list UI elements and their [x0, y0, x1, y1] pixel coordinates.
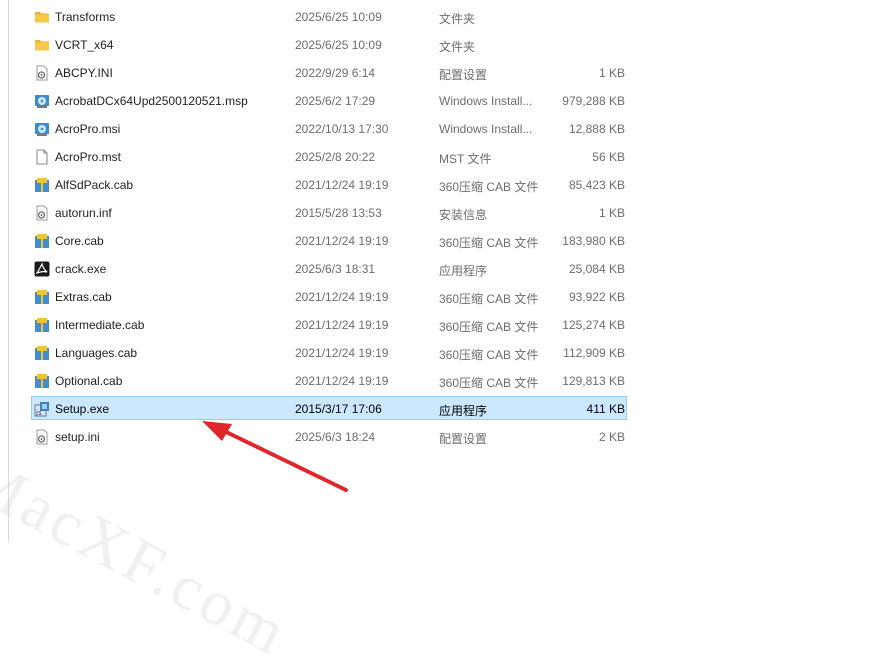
- ini-file-icon: [34, 205, 50, 221]
- file-size: 1 KB: [598, 66, 625, 80]
- file-type: 360压缩 CAB 文件: [439, 376, 539, 390]
- file-name: Core.cab: [55, 234, 104, 248]
- svg-text:js: js: [35, 409, 42, 417]
- cab-archive-icon: [34, 345, 50, 361]
- file-date-modified: 2025/2/8 20:22: [295, 150, 376, 164]
- folder-icon: [34, 9, 50, 25]
- file-size: 129,813 KB: [562, 374, 625, 388]
- file-date-modified: 2025/6/25 10:09: [295, 10, 382, 24]
- setup-exe-icon: js: [34, 401, 50, 417]
- file-date-modified: 2021/12/24 19:19: [295, 346, 389, 360]
- file-name: ABCPY.INI: [55, 66, 113, 80]
- file-row[interactable]: js Setup.exe 2015/3/17 17:06 应用程序 411 KB: [30, 395, 630, 423]
- file-size: 12,888 KB: [568, 122, 625, 136]
- file-row[interactable]: Transforms 2025/6/25 10:09 文件夹: [30, 3, 630, 31]
- file-name: Transforms: [55, 10, 116, 24]
- file-row[interactable]: Extras.cab 2021/12/24 19:19 360压缩 CAB 文件 93…: [30, 283, 630, 311]
- file-size: 979,288 KB: [562, 94, 625, 108]
- file-name: VCRT_x64: [55, 38, 114, 52]
- file-type: 应用程序: [439, 404, 488, 418]
- cab-archive-icon: [34, 373, 50, 389]
- cab-archive-icon: [34, 289, 50, 305]
- file-size: 1 KB: [598, 206, 625, 220]
- file-date-modified: 2015/3/17 17:06: [295, 402, 382, 416]
- file-row[interactable]: AcroPro.mst 2025/2/8 20:22 MST 文件 56 KB: [30, 143, 630, 171]
- file-type: MST 文件: [439, 152, 492, 166]
- file-type: 360压缩 CAB 文件: [439, 180, 539, 194]
- file-name: AcroPro.mst: [55, 150, 122, 164]
- ini-file-icon: [34, 65, 50, 81]
- file-row[interactable]: autorun.inf 2015/5/28 13:53 安装信息 1 KB: [30, 199, 630, 227]
- file-name: Languages.cab: [55, 346, 138, 360]
- file-size: 2 KB: [598, 430, 625, 444]
- file-size: 411 KB: [586, 402, 625, 416]
- file-type: 文件夹: [439, 40, 476, 54]
- cab-archive-icon: [34, 317, 50, 333]
- file-row[interactable]: Languages.cab 2021/12/24 19:19 360压缩 CAB 文…: [30, 339, 630, 367]
- file-size: 56 KB: [592, 150, 625, 164]
- file-type: 安装信息: [439, 208, 488, 222]
- file-row[interactable]: Intermediate.cab 2021/12/24 19:19 360压缩 CA…: [30, 311, 630, 339]
- file-row[interactable]: Optional.cab 2021/12/24 19:19 360压缩 CAB 文件…: [30, 367, 630, 395]
- file-row[interactable]: Core.cab 2021/12/24 19:19 360压缩 CAB 文件 183,…: [30, 227, 630, 255]
- file-date-modified: 2022/10/13 17:30: [295, 122, 389, 136]
- ini-file-icon: [34, 429, 50, 445]
- file-size: 25,084 KB: [568, 262, 625, 276]
- installer-icon: [34, 93, 50, 109]
- file-type: 应用程序: [439, 264, 488, 278]
- file-row[interactable]: AlfSdPack.cab 2021/12/24 19:19 360压缩 CAB 文…: [30, 171, 630, 199]
- file-row[interactable]: ABCPY.INI 2022/9/29 6:14 配置设置 1 KB: [30, 59, 630, 87]
- file-name: setup.ini: [55, 430, 100, 444]
- file-type: Windows Install...: [439, 122, 533, 136]
- file-date-modified: 2021/12/24 19:19: [295, 290, 389, 304]
- file-name: crack.exe: [55, 262, 107, 276]
- file-name: AcrobatDCx64Upd2500120521.msp: [55, 94, 248, 108]
- file-size: 85,423 KB: [568, 178, 625, 192]
- file-size: 183,980 KB: [562, 234, 625, 248]
- file-date-modified: 2025/6/2 17:29: [295, 94, 376, 108]
- file-size: 112,909 KB: [563, 346, 625, 360]
- file-list: Transforms 2025/6/25 10:09 文件夹 VCRT_x64 2025…: [30, 3, 630, 451]
- folder-icon: [34, 37, 50, 53]
- file-date-modified: 2021/12/24 19:19: [295, 374, 389, 388]
- file-type: 360压缩 CAB 文件: [439, 236, 539, 250]
- file-type: 360压缩 CAB 文件: [439, 348, 539, 362]
- file-type: Windows Install...: [439, 94, 533, 108]
- file-name: Setup.exe: [55, 402, 110, 416]
- installer-icon: [34, 121, 50, 137]
- file-name: Intermediate.cab: [55, 318, 145, 332]
- file-row[interactable]: AcrobatDCx64Upd2500120521.msp 2025/6/2 17…: [30, 87, 630, 115]
- file-type: 360压缩 CAB 文件: [439, 320, 539, 334]
- explorer-left-border: [8, 0, 9, 542]
- file-date-modified: 2025/6/3 18:31: [295, 262, 376, 276]
- file-type: 配置设置: [439, 68, 488, 82]
- file-name: autorun.inf: [55, 206, 112, 220]
- file-type: 文件夹: [439, 12, 476, 26]
- cab-archive-icon: [34, 177, 50, 193]
- file-row[interactable]: AcroPro.msi 2022/10/13 17:30 Windows Insta…: [30, 115, 630, 143]
- file-row[interactable]: crack.exe 2025/6/3 18:31 应用程序 25,084 KB: [30, 255, 630, 283]
- cab-archive-icon: [34, 233, 50, 249]
- file-date-modified: 2015/5/28 13:53: [295, 206, 382, 220]
- file-name: AlfSdPack.cab: [55, 178, 134, 192]
- file-date-modified: 2021/12/24 19:19: [295, 234, 389, 248]
- file-name: AcroPro.msi: [55, 122, 121, 136]
- generic-file-icon: [34, 149, 50, 165]
- file-date-modified: 2021/12/24 19:19: [295, 178, 389, 192]
- watermark: MacXF.com: [0, 440, 301, 670]
- file-name: Optional.cab: [55, 374, 123, 388]
- file-name: Extras.cab: [55, 290, 112, 304]
- file-size: 125,274 KB: [562, 318, 625, 332]
- file-size: 93,922 KB: [568, 290, 625, 304]
- acrobat-exe-icon: [34, 261, 50, 277]
- file-date-modified: 2025/6/25 10:09: [295, 38, 382, 52]
- file-row[interactable]: VCRT_x64 2025/6/25 10:09 文件夹: [30, 31, 630, 59]
- file-date-modified: 2022/9/29 6:14: [295, 66, 376, 80]
- file-type: 配置设置: [439, 432, 488, 446]
- file-row[interactable]: setup.ini 2025/6/3 18:24 配置设置 2 KB: [30, 423, 630, 451]
- file-date-modified: 2021/12/24 19:19: [295, 318, 389, 332]
- file-date-modified: 2025/6/3 18:24: [295, 430, 376, 444]
- file-type: 360压缩 CAB 文件: [439, 292, 539, 306]
